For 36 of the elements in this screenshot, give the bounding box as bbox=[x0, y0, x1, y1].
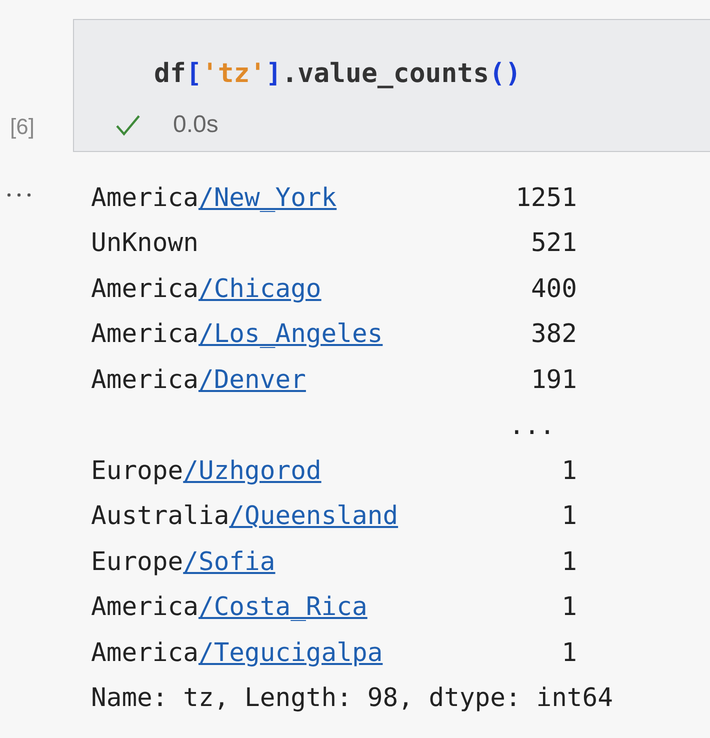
count-value: 521 bbox=[530, 227, 577, 260]
timezone-region: America bbox=[91, 319, 198, 350]
timezone-region: America bbox=[91, 638, 198, 668]
timezone-link[interactable]: /New_York bbox=[198, 183, 337, 213]
count-value: 400 bbox=[530, 272, 577, 306]
count-value: 1 bbox=[560, 500, 577, 534]
count-value: 1 bbox=[560, 636, 577, 670]
count-value: 191 bbox=[530, 364, 577, 397]
count-value: 1 bbox=[560, 591, 577, 624]
timezone-link[interactable]: /Denver bbox=[198, 364, 306, 395]
timezone-label: UnKnown bbox=[91, 228, 198, 258]
series-summary: Name: tz, Length: 98, dtype: int64 bbox=[91, 682, 613, 716]
count-value: 382 bbox=[530, 318, 577, 352]
timezone-region: Europe bbox=[91, 456, 184, 486]
timezone-link[interactable]: /Queensland bbox=[229, 501, 398, 532]
timezone-region: Australia bbox=[91, 501, 230, 532]
count-value: 1 bbox=[560, 455, 577, 488]
timezone-link[interactable]: /Costa_Rica bbox=[198, 592, 368, 622]
execution-count: [6] bbox=[10, 114, 34, 140]
code-line: df['tz'].value_counts() bbox=[154, 58, 522, 90]
timezone-region: America bbox=[91, 274, 198, 304]
timezone-link[interactable]: /Los_Angeles bbox=[198, 319, 383, 350]
timezone-link[interactable]: /Uzhgorod bbox=[183, 456, 322, 486]
ellipsis-text: ... bbox=[508, 410, 556, 444]
count-value: 1251 bbox=[514, 182, 577, 215]
count-value: 1 bbox=[560, 546, 577, 579]
code-cell[interactable]: df['tz'].value_counts() 0.0s bbox=[73, 19, 710, 152]
timezone-link[interactable]: /Sofia bbox=[183, 546, 276, 577]
ellipsis-icon[interactable] bbox=[6, 192, 32, 198]
execution-time: 0.0s bbox=[173, 111, 218, 139]
timezone-region: America bbox=[91, 183, 198, 213]
timezone-link[interactable]: /Chicago bbox=[198, 274, 322, 304]
timezone-region: Europe bbox=[91, 546, 184, 577]
timezone-region: America bbox=[91, 592, 198, 622]
timezone-region: America bbox=[91, 364, 198, 395]
timezone-link[interactable]: /Tegucigalpa bbox=[198, 638, 383, 668]
